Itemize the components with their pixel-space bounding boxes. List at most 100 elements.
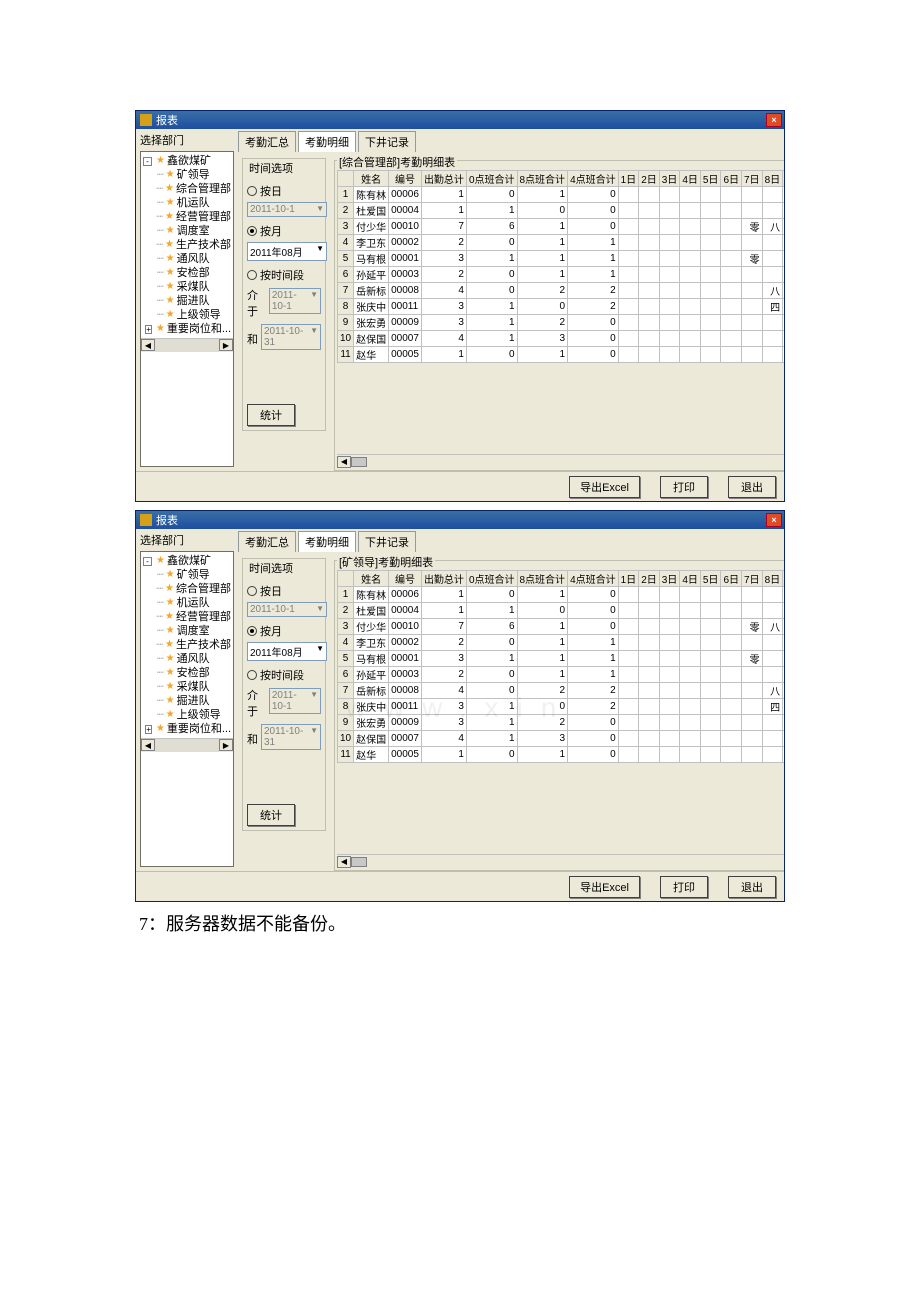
cell[interactable]: 马有根 (354, 251, 389, 267)
cell[interactable]: 1 (466, 203, 517, 219)
cell[interactable]: 1 (421, 187, 466, 203)
scroll-track[interactable] (155, 339, 219, 352)
tree-expand-icon[interactable]: + (145, 725, 152, 734)
cell[interactable] (659, 635, 680, 651)
column-header[interactable]: 4日 (680, 171, 701, 187)
table-row[interactable]: 9张宏勇000093120 (338, 715, 785, 731)
cell[interactable]: 3 (338, 619, 354, 635)
tree-item[interactable]: ┈★调度室 (143, 624, 231, 638)
cell[interactable] (618, 315, 639, 331)
chevron-down-icon[interactable]: ▼ (316, 644, 324, 659)
cell[interactable]: 八 (762, 283, 783, 299)
column-header[interactable]: 2日 (639, 171, 660, 187)
cell[interactable] (742, 203, 763, 219)
cell[interactable]: 零 (742, 619, 763, 635)
radio-by-day[interactable]: 按日 (247, 183, 321, 199)
column-header[interactable]: 姓名 (354, 171, 389, 187)
cell[interactable]: 1 (421, 587, 466, 603)
cell[interactable] (639, 667, 660, 683)
cell[interactable] (783, 747, 784, 763)
cell[interactable]: 0 (466, 747, 517, 763)
cell[interactable] (700, 587, 721, 603)
tab[interactable]: 考勤汇总 (238, 531, 296, 552)
cell[interactable] (783, 251, 784, 267)
cell[interactable]: 00009 (389, 715, 422, 731)
cell[interactable] (742, 603, 763, 619)
cell[interactable]: 3 (421, 299, 466, 315)
cell[interactable]: 1 (568, 267, 619, 283)
cell[interactable]: 0 (568, 331, 619, 347)
cell[interactable] (680, 651, 701, 667)
cell[interactable] (659, 731, 680, 747)
cell[interactable] (783, 683, 784, 699)
cell[interactable] (659, 699, 680, 715)
cell[interactable]: 3 (421, 251, 466, 267)
cell[interactable]: 4 (338, 635, 354, 651)
cell[interactable]: 1 (517, 651, 568, 667)
cell[interactable] (721, 347, 742, 363)
cell[interactable] (680, 235, 701, 251)
tree-item[interactable]: ┈★安检部 (143, 266, 231, 280)
cell[interactable]: 00005 (389, 347, 422, 363)
cell[interactable] (700, 651, 721, 667)
column-header[interactable]: 出勤总计 (421, 171, 466, 187)
cell[interactable]: 2 (568, 699, 619, 715)
cell[interactable] (639, 651, 660, 667)
tab[interactable]: 考勤汇总 (238, 131, 296, 152)
cell[interactable]: 四 (762, 699, 783, 715)
column-header[interactable]: 9 (783, 171, 784, 187)
cell[interactable]: 8 (338, 699, 354, 715)
cell[interactable] (742, 699, 763, 715)
cell[interactable] (618, 747, 639, 763)
cell[interactable]: 1 (466, 699, 517, 715)
cell[interactable]: 0 (517, 699, 568, 715)
dept-tree[interactable]: -★鑫欲煤矿┈★矿领导┈★综合管理部┈★机运队┈★经营管理部┈★调度室┈★生产技… (140, 551, 234, 867)
cell[interactable] (721, 699, 742, 715)
cell[interactable] (618, 331, 639, 347)
column-header[interactable]: 6日 (721, 571, 742, 587)
cell[interactable] (742, 635, 763, 651)
table-row[interactable]: 8张庆中000113102四四 (338, 299, 785, 315)
cell[interactable] (742, 299, 763, 315)
radio-icon[interactable] (247, 626, 257, 636)
cell[interactable]: 00008 (389, 283, 422, 299)
tree-item[interactable]: ┈★上级领导 (143, 308, 231, 322)
cell[interactable]: 00003 (389, 267, 422, 283)
cell[interactable]: 1 (568, 667, 619, 683)
column-header[interactable]: 姓名 (354, 571, 389, 587)
cell[interactable]: 张宏勇 (354, 715, 389, 731)
cell[interactable] (618, 219, 639, 235)
cell[interactable] (680, 747, 701, 763)
cell[interactable] (639, 331, 660, 347)
cell[interactable] (639, 603, 660, 619)
tree-item[interactable]: +★重要岗位和... (143, 722, 231, 736)
cell[interactable]: 7 (338, 683, 354, 699)
cell[interactable]: 2 (421, 667, 466, 683)
cell[interactable]: 5 (338, 251, 354, 267)
column-header[interactable]: 2日 (639, 571, 660, 587)
cell[interactable] (721, 731, 742, 747)
cell[interactable] (721, 747, 742, 763)
exit-button[interactable]: 退出 (728, 476, 776, 498)
cell[interactable] (783, 603, 784, 619)
cell[interactable]: 10 (338, 331, 354, 347)
cell[interactable] (680, 603, 701, 619)
cell[interactable] (721, 219, 742, 235)
cell[interactable] (659, 603, 680, 619)
cell[interactable]: 00007 (389, 331, 422, 347)
cell[interactable]: 1 (568, 235, 619, 251)
cell[interactable]: 八 (762, 683, 783, 699)
scroll-track[interactable] (351, 457, 784, 467)
cell[interactable]: 1 (338, 587, 354, 603)
cell[interactable]: 1 (568, 251, 619, 267)
cell[interactable] (783, 203, 784, 219)
scroll-thumb[interactable] (351, 857, 367, 867)
table-row[interactable]: 4李卫东000022011 (338, 235, 785, 251)
column-header[interactable]: 编号 (389, 171, 422, 187)
column-header[interactable]: 4日 (680, 571, 701, 587)
stat-button[interactable]: 统计 (247, 804, 295, 826)
cell[interactable]: 10 (338, 731, 354, 747)
table-row[interactable]: 9张宏勇000093120 (338, 315, 785, 331)
cell[interactable]: 00004 (389, 603, 422, 619)
cell[interactable] (639, 683, 660, 699)
